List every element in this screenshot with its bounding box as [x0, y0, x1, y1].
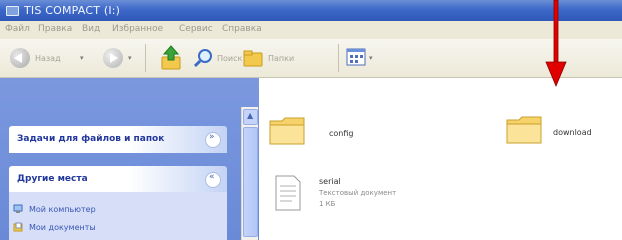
file-item-download[interactable]: download [505, 113, 620, 153]
search-label[interactable]: Поиск [217, 54, 242, 63]
other-places-header[interactable]: Другие места « [9, 166, 227, 192]
window-icon [6, 6, 19, 16]
window-title: TIS COMPACT (I:) [24, 4, 121, 17]
file-name: config [329, 129, 354, 138]
file-list: config download serial Текстовый докумен… [260, 78, 622, 240]
menu-favorites[interactable]: Избранное [112, 24, 163, 34]
menu-view[interactable]: Вид [82, 24, 100, 34]
link-my-documents[interactable]: Мои документы [13, 222, 96, 232]
toolbar-separator [145, 44, 146, 72]
my-documents-icon [13, 222, 23, 232]
forward-dropdown-icon[interactable]: ▾ [128, 54, 132, 62]
scroll-up-button[interactable]: ▲ [243, 109, 258, 125]
file-tasks-header[interactable]: Задачи для файлов и папок » [9, 126, 227, 153]
toolbar-separator [338, 44, 339, 72]
file-type: Текстовый документ [319, 189, 397, 197]
chevron-up-icon[interactable]: « [205, 172, 221, 188]
forward-arrow-icon [110, 53, 118, 63]
menu-file[interactable]: Файл [5, 24, 30, 34]
link-my-documents-label: Мои документы [29, 223, 96, 232]
scrollbar-thumb[interactable] [243, 127, 258, 237]
menu-tools[interactable]: Сервис [179, 24, 213, 34]
up-folder-icon[interactable] [160, 45, 182, 71]
text-document-icon [275, 175, 301, 211]
my-computer-icon [13, 204, 23, 213]
file-name: serial [319, 177, 341, 186]
title-bar[interactable]: TIS COMPACT (I:) [0, 0, 622, 21]
task-pane-scrollbar[interactable]: ▲ [241, 107, 258, 240]
file-item-serial[interactable]: serial Текстовый документ 1 КБ [274, 174, 474, 218]
folders-icon[interactable] [243, 49, 263, 67]
menu-bar: Файл Правка Вид Избранное Сервис Справка [0, 21, 622, 40]
file-size: 1 КБ [319, 200, 336, 208]
views-icon[interactable] [346, 47, 368, 67]
menu-edit[interactable]: Правка [38, 24, 72, 34]
link-my-computer[interactable]: Мой компьютер [13, 204, 96, 214]
forward-button[interactable] [103, 48, 123, 68]
folders-label[interactable]: Папки [268, 54, 294, 63]
back-label: Назад [35, 54, 61, 63]
file-name: download [553, 128, 592, 137]
chevron-down-icon[interactable]: » [205, 132, 221, 148]
folder-icon [269, 117, 305, 145]
back-arrow-icon [14, 53, 22, 63]
file-item-config[interactable]: config [268, 114, 408, 154]
annotation-arrow-icon [545, 0, 567, 88]
back-button[interactable] [10, 48, 30, 68]
link-my-computer-label: Мой компьютер [29, 205, 96, 214]
menu-help[interactable]: Справка [222, 24, 262, 34]
toolbar: Назад ▾ ▾ Поиск Папки ▾ [0, 39, 622, 78]
folder-icon [506, 116, 542, 144]
other-places-list: Мой компьютер Мои документы [9, 192, 227, 240]
search-icon[interactable] [193, 48, 213, 68]
back-dropdown-icon[interactable]: ▾ [80, 54, 84, 62]
other-places-title: Другие места [17, 174, 88, 184]
file-tasks-title: Задачи для файлов и папок [17, 134, 165, 144]
views-dropdown-icon[interactable]: ▾ [369, 54, 373, 62]
